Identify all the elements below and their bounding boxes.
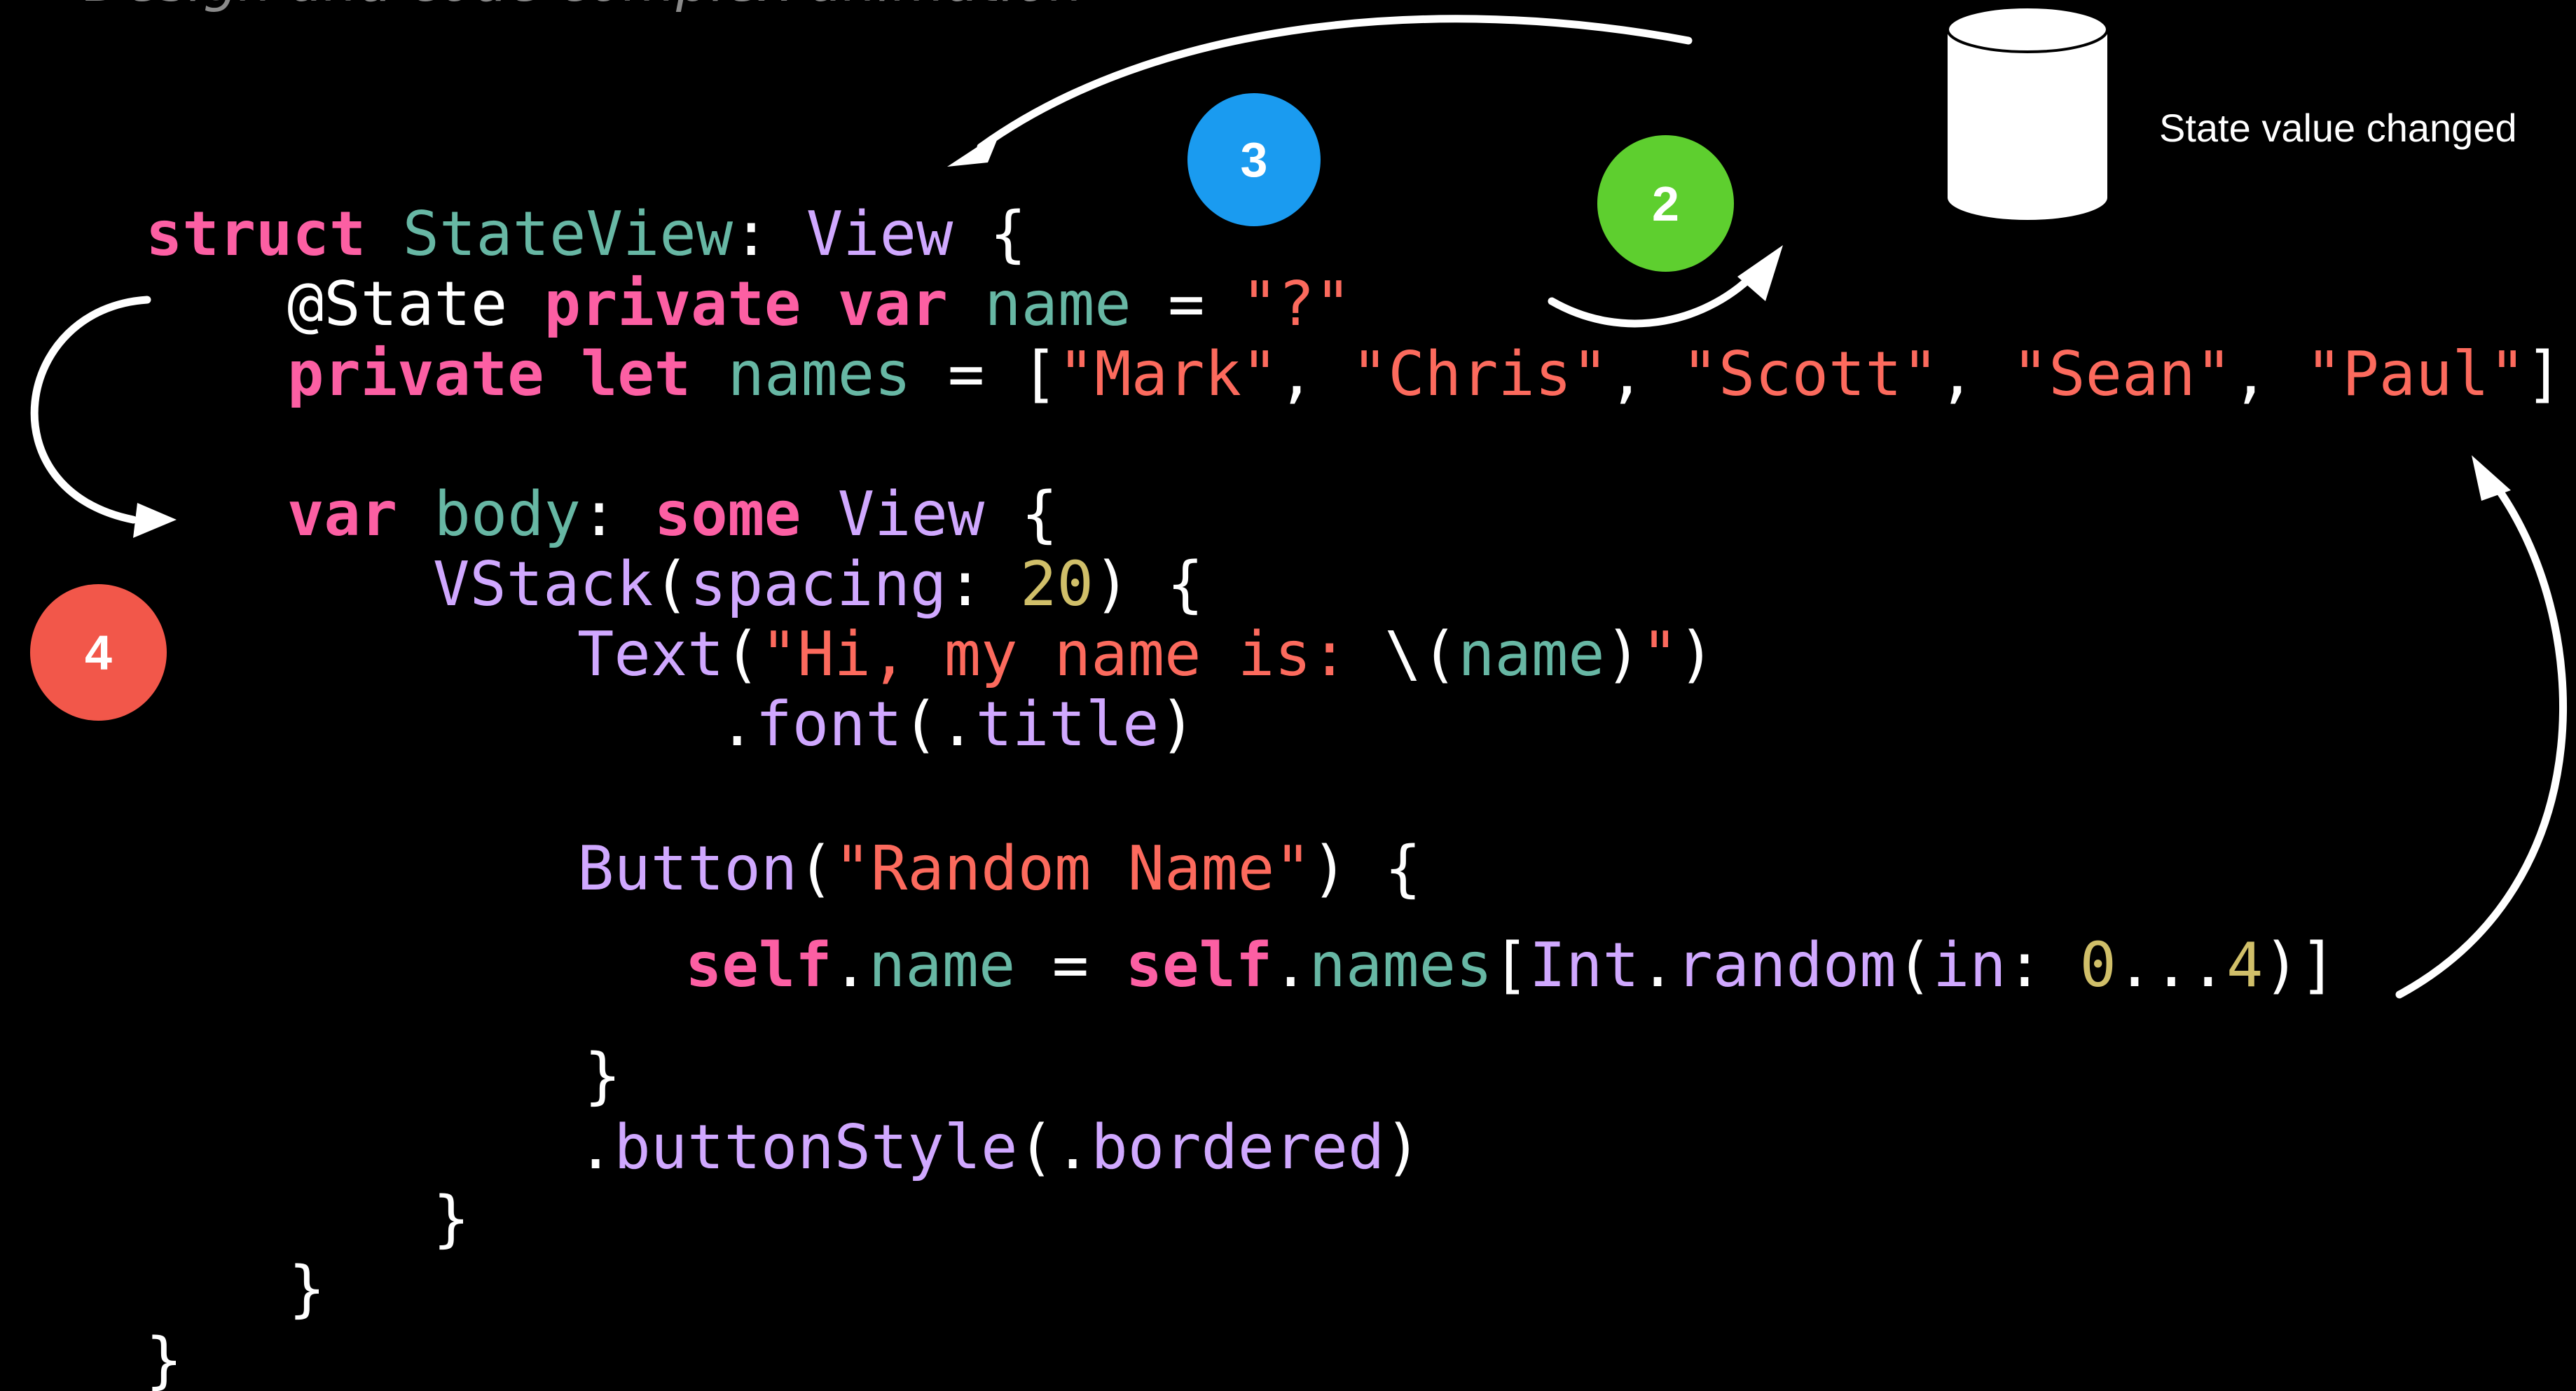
arrow-state-to-db [1548,265,1763,328]
state-changed-label: State value changed [2159,106,2517,150]
step-badge-3: 3 [1187,93,1321,226]
step-badge-2: 2 [1597,135,1734,272]
arrow-right-curve [2395,479,2567,999]
arrow-left-loop [30,296,151,524]
arrowhead-left-loop [133,503,177,538]
step-badge-4: 4 [30,584,167,721]
arrowhead-state-to-db [1737,245,1783,301]
arrow-top [977,15,1693,151]
slide-canvas: Design and code complex animation struct… [0,0,2576,1391]
database-icon [1946,6,2109,220]
